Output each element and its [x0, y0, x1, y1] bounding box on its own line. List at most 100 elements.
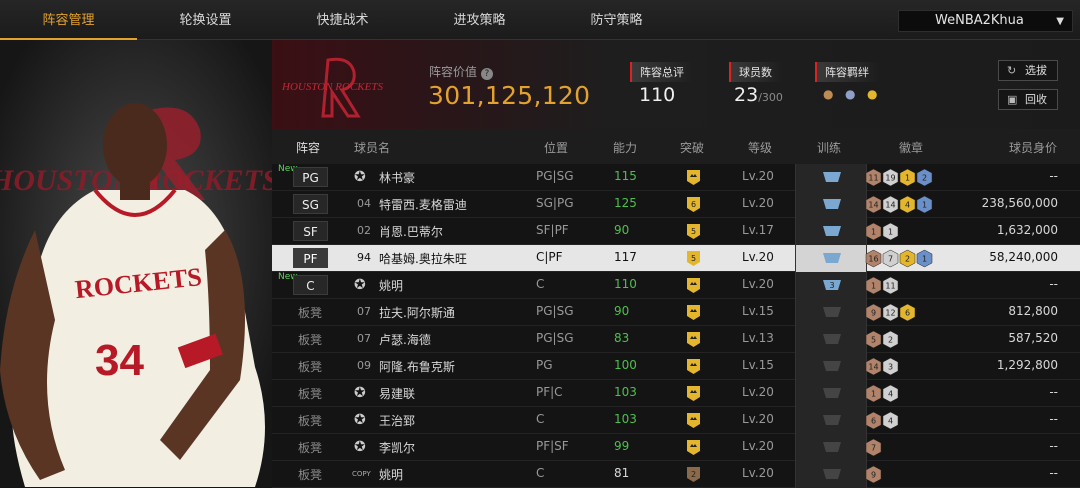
table-row[interactable]: New PG ✪ 林书豪 PG|SG 115 Lv.20 11 19 1 2 -- — [272, 164, 1080, 191]
badge-icon[interactable]: 6 — [899, 303, 916, 322]
tab-rotation-settings[interactable]: 轮换设置 — [137, 0, 274, 40]
badge-icon[interactable]: 12 — [882, 303, 899, 322]
col-breakthrough[interactable]: 突破 — [680, 139, 704, 156]
col-training[interactable]: 训练 — [817, 139, 841, 156]
training-cell[interactable] — [795, 299, 867, 326]
lineup-slot[interactable]: PG — [293, 167, 328, 187]
training-cell[interactable] — [795, 380, 867, 407]
help-icon[interactable]: ? — [480, 68, 493, 80]
training-shield-icon — [823, 388, 841, 398]
tab-defense-strategy[interactable]: 防守策略 — [548, 0, 685, 40]
bond-icon-2[interactable]: ● — [845, 87, 859, 103]
table-row[interactable]: PF 94 哈基姆.奥拉朱旺 C|PF 117 5 Lv.20 16 7 2 1 58,240,000 — [272, 245, 1080, 272]
badge-icon[interactable]: 4 — [882, 384, 899, 403]
player-position: SG|PG — [536, 196, 574, 210]
table-row[interactable]: 板凳 ✪ 易建联 PF|C 103 Lv.20 1 4 -- — [272, 380, 1080, 407]
player-name[interactable]: 阿隆.布鲁克斯 — [379, 358, 455, 375]
tab-offense-strategy[interactable]: 进攻策略 — [411, 0, 548, 40]
lineup-slot[interactable]: PF — [293, 248, 328, 268]
training-cell[interactable] — [795, 218, 867, 245]
badge-icon[interactable]: 5 — [865, 330, 882, 349]
player-position: PG — [536, 358, 553, 372]
training-cell[interactable] — [795, 164, 867, 191]
player-ability: 125 — [614, 196, 637, 210]
badge-icon[interactable]: 7 — [882, 249, 899, 268]
badge-icon[interactable]: 9 — [865, 303, 882, 322]
col-level[interactable]: 等级 — [748, 139, 772, 156]
badge-count: 7 — [888, 255, 893, 264]
col-ability[interactable]: 能力 — [613, 139, 637, 156]
recycle-button[interactable]: ▣ 回收 — [998, 89, 1058, 110]
table-row[interactable]: 板凳 ✪ 李凯尔 PF|SF 99 Lv.20 7 -- — [272, 434, 1080, 461]
badge-icon[interactable]: 1 — [916, 195, 933, 214]
bond-icon-1[interactable]: ● — [823, 87, 837, 103]
lineup-slot[interactable]: SF — [293, 221, 328, 241]
player-name[interactable]: 林书豪 — [379, 169, 415, 186]
bond-icon-3[interactable]: ● — [867, 87, 881, 103]
badge-icon[interactable]: 2 — [916, 168, 933, 187]
badge-icon[interactable]: 1 — [899, 168, 916, 187]
player-name[interactable]: 特雷西.麦格雷迪 — [379, 196, 467, 213]
table-row[interactable]: 板凳 07 卢瑟.海德 PG|SG 83 Lv.13 5 2 587,520 — [272, 326, 1080, 353]
training-cell[interactable] — [795, 245, 867, 272]
player-name[interactable]: 易建联 — [379, 385, 415, 402]
lineup-slot[interactable]: SG — [293, 194, 328, 214]
training-cell[interactable] — [795, 434, 867, 461]
table-row[interactable]: 板凳 ✪ 王治郅 C 103 Lv.20 6 4 -- — [272, 407, 1080, 434]
badge-icon[interactable]: 1 — [916, 249, 933, 268]
badge-icon[interactable]: 2 — [899, 249, 916, 268]
table-row[interactable]: 板凳 09 阿隆.布鲁克斯 PG 100 Lv.15 14 3 1,292,800 — [272, 353, 1080, 380]
badge-icon[interactable]: 1 — [882, 222, 899, 241]
table-row[interactable]: 板凳 COPY 姚明 C 81 2 Lv.20 9 -- — [272, 461, 1080, 488]
player-name[interactable]: 拉夫.阿尔斯通 — [379, 304, 455, 321]
col-badges[interactable]: 徽章 — [899, 139, 923, 156]
player-name[interactable]: 王治郅 — [379, 412, 415, 429]
badge-icon[interactable]: 4 — [899, 195, 916, 214]
badge-icon[interactable]: 11 — [865, 168, 882, 187]
lineup-slot[interactable]: C — [293, 275, 328, 295]
col-player-value[interactable]: 球员身价 — [1009, 139, 1057, 156]
table-row[interactable]: SF 02 肖恩.巴蒂尔 SF|PF 90 5 Lv.17 1 1 1,632,000 — [272, 218, 1080, 245]
player-name[interactable]: 哈基姆.奥拉朱旺 — [379, 250, 467, 267]
training-cell[interactable] — [795, 191, 867, 218]
col-position[interactable]: 位置 — [544, 139, 568, 156]
table-row[interactable]: SG 04 特雷西.麦格雷迪 SG|PG 125 6 Lv.20 14 14 4 1 238,560,… — [272, 191, 1080, 218]
badge-icon[interactable]: 14 — [882, 195, 899, 214]
badge-icon[interactable]: 7 — [865, 438, 882, 457]
badge-icon[interactable]: 14 — [865, 195, 882, 214]
badge-icon[interactable]: 2 — [882, 330, 899, 349]
training-cell[interactable] — [795, 407, 867, 434]
badge-icon[interactable]: 14 — [865, 357, 882, 376]
training-cell[interactable] — [795, 353, 867, 380]
player-name[interactable]: 姚明 — [379, 277, 403, 294]
select-button[interactable]: ↻ 选拔 — [998, 60, 1058, 81]
badge-count: 1 — [871, 390, 876, 399]
badge-count: 2 — [888, 336, 893, 345]
roster-table: 阵容 球员名 位置 能力 突破 等级 训练 徽章 球员身价 New PG ✪ 林书豪 P… — [272, 129, 1080, 488]
training-cell[interactable] — [795, 326, 867, 353]
badge-icon[interactable]: 1 — [865, 222, 882, 241]
badge-icon[interactable]: 4 — [882, 411, 899, 430]
training-cell[interactable] — [795, 461, 867, 488]
player-name[interactable]: 姚明 — [379, 466, 403, 483]
badge-icon[interactable]: 1 — [865, 384, 882, 403]
badge-icon[interactable]: 9 — [865, 465, 882, 484]
badge-icon[interactable]: 6 — [865, 411, 882, 430]
badge-icon[interactable]: 3 — [882, 357, 899, 376]
account-dropdown[interactable]: WeNBA2Khua ▼ — [898, 10, 1073, 32]
star-emblem-icon: ✪ — [354, 277, 366, 293]
player-name[interactable]: 卢瑟.海德 — [379, 331, 431, 348]
tab-lineup-management[interactable]: 阵容管理 — [0, 0, 137, 40]
table-row[interactable]: 板凳 07 拉夫.阿尔斯通 PG|SG 90 Lv.15 9 12 6 812,800 — [272, 299, 1080, 326]
col-lineup[interactable]: 阵容 — [296, 139, 320, 156]
badge-icon[interactable]: 11 — [882, 276, 899, 295]
badge-icon[interactable]: 19 — [882, 168, 899, 187]
player-name[interactable]: 肖恩.巴蒂尔 — [379, 223, 443, 240]
table-row[interactable]: New C ✪ 姚明 C 110 Lv.20 3 1 11 -- — [272, 272, 1080, 299]
badge-icon[interactable]: 16 — [865, 249, 882, 268]
tab-quick-tactics[interactable]: 快捷战术 — [274, 0, 411, 40]
col-player-name[interactable]: 球员名 — [354, 139, 390, 156]
player-name[interactable]: 李凯尔 — [379, 439, 415, 456]
training-cell[interactable]: 3 — [795, 272, 867, 299]
badge-icon[interactable]: 1 — [865, 276, 882, 295]
